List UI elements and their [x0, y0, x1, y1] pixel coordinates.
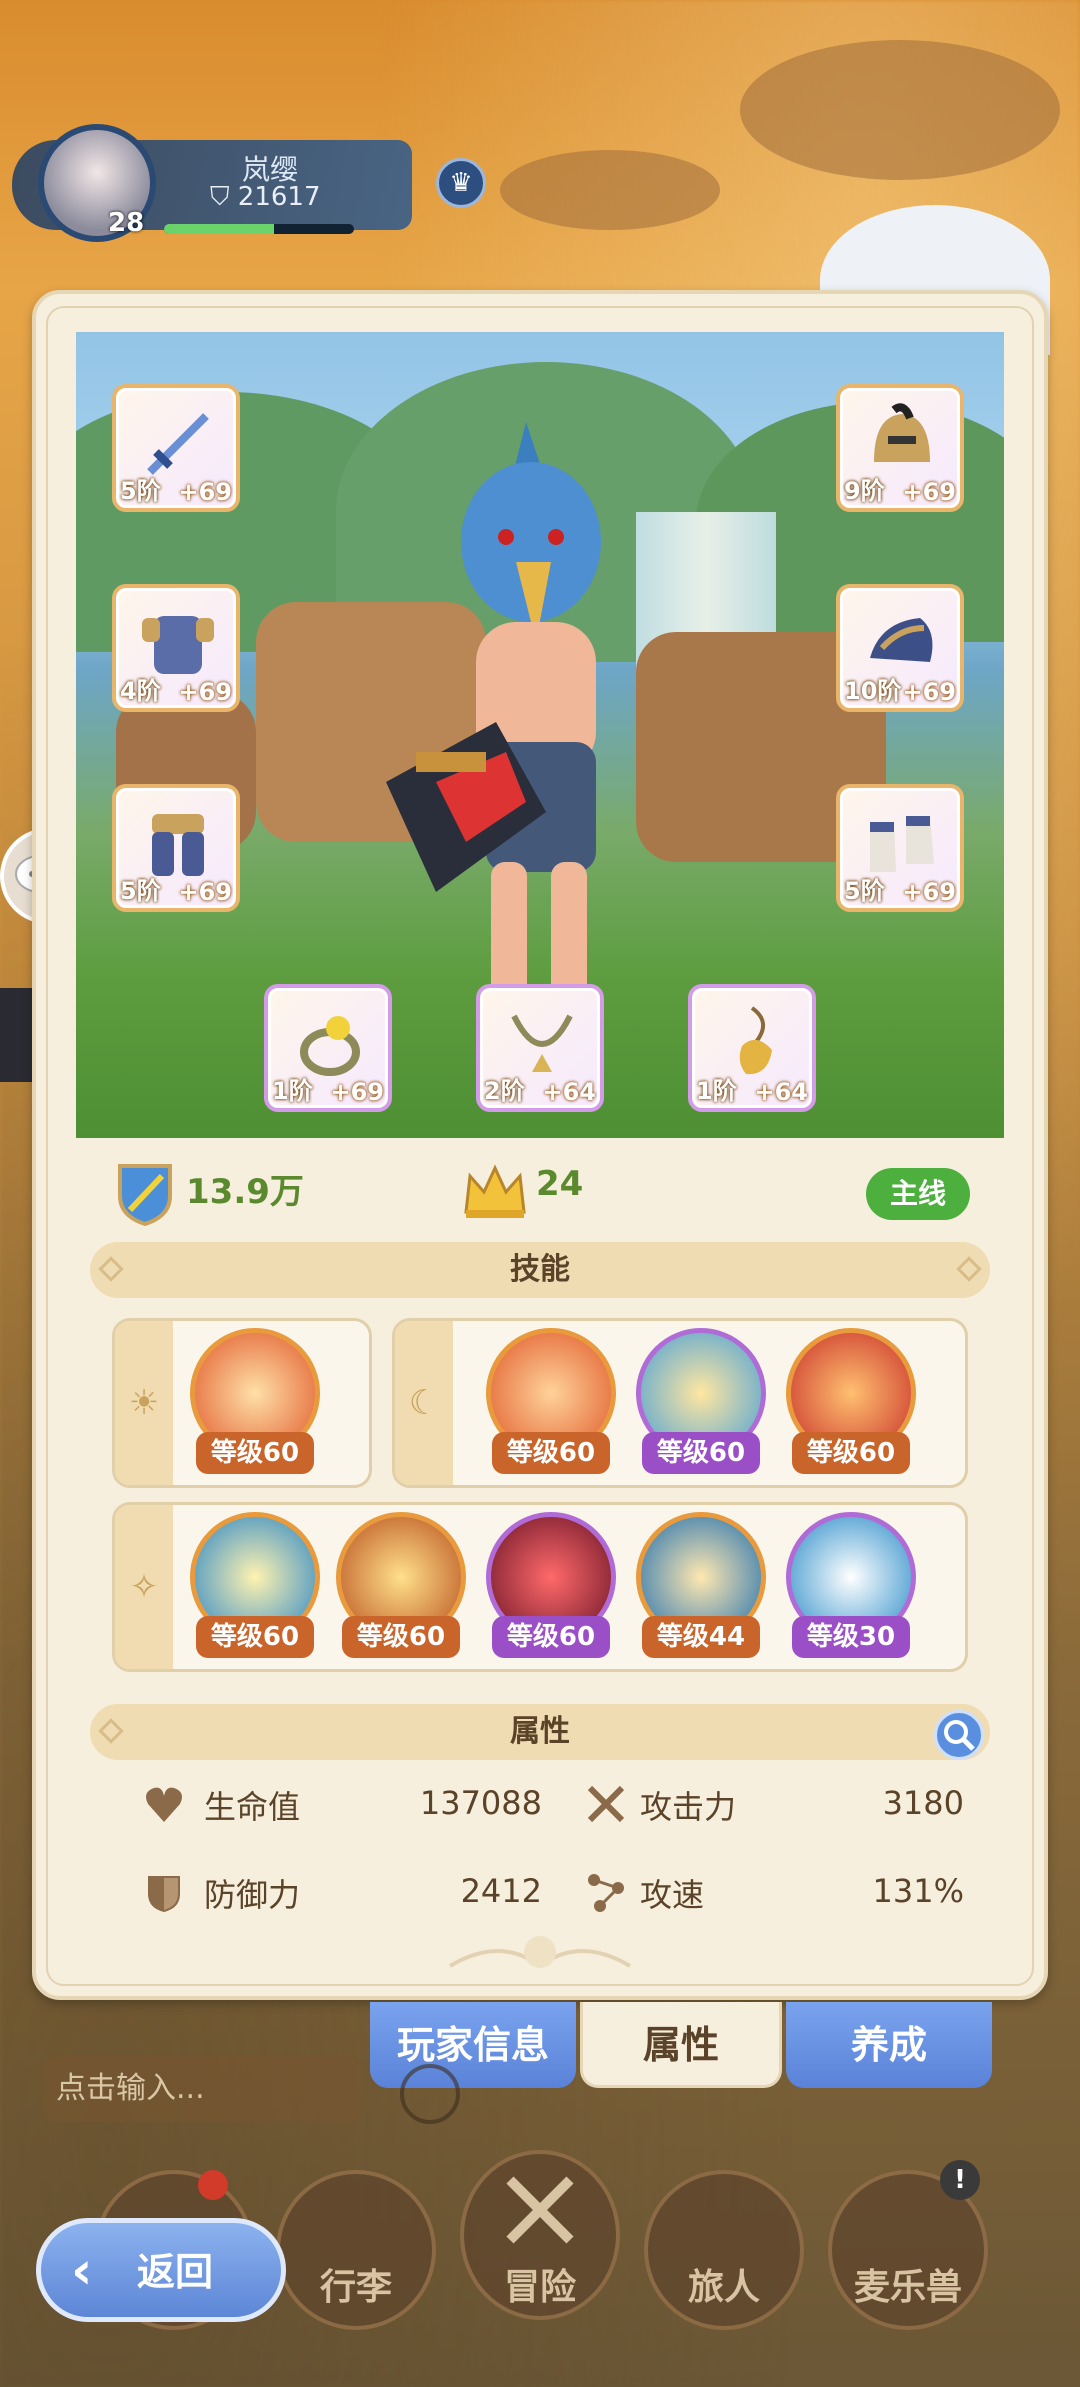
- equipment-slot-necklace[interactable]: 2阶 +64: [476, 984, 604, 1112]
- defense-shield-icon: [148, 1876, 180, 1912]
- player-character[interactable]: [376, 422, 706, 1082]
- heart-icon: [146, 1787, 182, 1822]
- nav-pet-label: 麦乐兽: [853, 2267, 962, 2308]
- skill-slot[interactable]: 等级60: [636, 1328, 766, 1478]
- nav-adventure-label: 冒险: [503, 2267, 576, 2308]
- skill-slot[interactable]: 等级60: [190, 1512, 320, 1662]
- attr-value-attack-speed: 131%: [872, 1872, 964, 1910]
- sun-icon: ☀: [115, 1321, 173, 1485]
- skill-slot[interactable]: 等级44: [636, 1512, 766, 1662]
- background-rock: [500, 150, 720, 230]
- attack-speed-icon: [588, 1874, 624, 1912]
- attr-value-hp: 137088: [419, 1784, 542, 1822]
- attr-label-attack-speed: 攻速: [640, 1876, 705, 1914]
- crossed-swords-icon: [587, 1785, 625, 1823]
- attr-value-defense: 2412: [460, 1872, 542, 1910]
- crown-level-value: 24: [536, 1164, 584, 1204]
- skill-slot[interactable]: 等级60: [336, 1512, 466, 1662]
- attr-label-attack: 攻击力: [640, 1788, 737, 1826]
- skill-slot[interactable]: 等级60: [486, 1328, 616, 1478]
- attr-label-defense: 防御力: [204, 1876, 301, 1914]
- skills-section-header: 技能: [90, 1242, 990, 1298]
- shield-icon: ⛉: [210, 182, 230, 212]
- back-arrow-icon: ‹: [71, 2241, 93, 2301]
- equipment-slot-amulet[interactable]: 1阶 +64: [688, 984, 816, 1112]
- crown-icon: [464, 1164, 526, 1218]
- back-label: 返回: [137, 2250, 214, 2294]
- side-drawer-tab[interactable]: [0, 988, 32, 1082]
- mainline-badge[interactable]: 主线: [866, 1168, 970, 1220]
- combat-power-shield-icon: [118, 1164, 172, 1226]
- nav-traveler-label: 旅人: [687, 2267, 760, 2308]
- alert-icon: !: [940, 2160, 980, 2200]
- skill-slot[interactable]: 等级60: [486, 1512, 616, 1662]
- equipment-slot-helmet[interactable]: 9阶 +69: [836, 384, 964, 512]
- background-rock: [740, 40, 1060, 180]
- combat-power-value: 13.9万: [186, 1172, 304, 1212]
- nav-bag-label: 行李: [319, 2267, 392, 2308]
- equipment-slot-legs[interactable]: 5阶 +69: [112, 784, 240, 912]
- chat-input[interactable]: 点击输入...: [42, 2056, 362, 2122]
- skill-slot[interactable]: 等级60: [190, 1328, 320, 1478]
- equipment-slot-chest[interactable]: 4阶 +69: [112, 584, 240, 712]
- tab-player-info[interactable]: 玩家信息: [370, 2002, 576, 2088]
- magnifier-icon[interactable]: [934, 1710, 984, 1760]
- equipment-slot-boots[interactable]: 5阶 +69: [836, 784, 964, 912]
- player-xp-bar: [164, 224, 354, 234]
- equipment-slot-gloves[interactable]: 10阶 +69: [836, 584, 964, 712]
- sparkle-icon: ✧: [115, 1505, 173, 1669]
- panel-ornament-icon: [448, 1936, 632, 1969]
- emoji-button[interactable]: [400, 2064, 460, 2124]
- attr-label-hp: 生命值: [204, 1788, 301, 1826]
- player-power: ⛉ 21617: [210, 182, 321, 212]
- equipment-slot-weapon[interactable]: 5阶 +69: [112, 384, 240, 512]
- skill-slot[interactable]: 等级30: [786, 1512, 916, 1662]
- crossed-swords-icon: [506, 2176, 574, 2244]
- attr-value-attack: 3180: [882, 1784, 964, 1822]
- tab-attributes[interactable]: 属性: [580, 2002, 782, 2088]
- guild-icon[interactable]: ♛: [436, 158, 486, 208]
- tab-cultivate[interactable]: 养成: [786, 2002, 992, 2088]
- equipment-slot-ring[interactable]: 1阶 +69: [264, 984, 392, 1112]
- attributes-section-header: 属性: [90, 1704, 990, 1760]
- player-level: 28: [108, 208, 145, 238]
- back-button[interactable]: ‹ 返回: [36, 2218, 286, 2322]
- skill-slot[interactable]: 等级60: [786, 1328, 916, 1478]
- moon-icon: ☾: [395, 1321, 453, 1485]
- notification-dot: [198, 2170, 228, 2200]
